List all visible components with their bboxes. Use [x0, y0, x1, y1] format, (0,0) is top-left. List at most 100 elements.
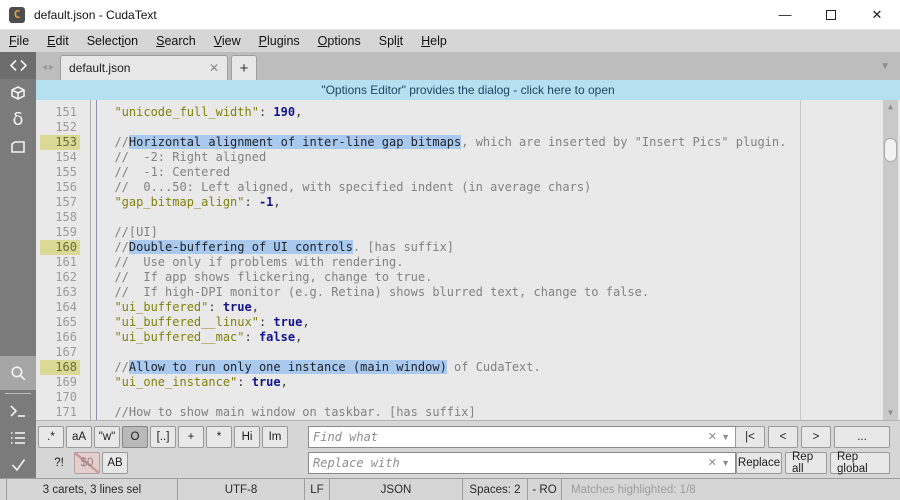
replace-all-button[interactable]: Rep all: [785, 451, 827, 475]
line-number[interactable]: 158: [40, 210, 80, 225]
status-cell-6[interactable]: Matches highlighted: 1/8: [562, 479, 900, 500]
line-number[interactable]: 159: [40, 225, 80, 240]
code-line-151[interactable]: 151 "unicode_full_width": 190,: [36, 105, 900, 120]
scroll-up-icon[interactable]: ▲: [883, 100, 898, 114]
code-line-169[interactable]: 169 "ui_one_instance": true,: [36, 375, 900, 390]
code-line-156[interactable]: 156 // 0...50: Left aligned, with specif…: [36, 180, 900, 195]
find-option-xwx[interactable]: "w": [94, 426, 120, 448]
close-button[interactable]: ✕: [854, 0, 900, 29]
status-cell-1[interactable]: UTF-8: [178, 479, 305, 500]
find-option-x0[interactable]: $0: [74, 452, 100, 474]
menu-item-help[interactable]: Help: [412, 32, 456, 50]
replace-global-button[interactable]: Rep global: [830, 451, 890, 475]
menu-item-options[interactable]: Options: [309, 32, 370, 50]
find-first-button[interactable]: |<: [735, 426, 765, 448]
find-option-ab[interactable]: AB: [102, 452, 128, 474]
menu-item-selection[interactable]: Selection: [78, 32, 147, 50]
code-line-163[interactable]: 163 // If high-DPI monitor (e.g. Retina)…: [36, 285, 900, 300]
line-number[interactable]: 154: [40, 150, 80, 165]
line-number[interactable]: 166: [40, 330, 80, 345]
line-number[interactable]: 169: [40, 375, 80, 390]
menu-item-search[interactable]: Search: [147, 32, 205, 50]
line-number[interactable]: 152: [40, 120, 80, 135]
code-icon[interactable]: [0, 52, 36, 79]
menu-item-file[interactable]: File: [0, 32, 38, 50]
line-number[interactable]: 164: [40, 300, 80, 315]
tab-nav-arrows-icon[interactable]: ◂▸: [42, 62, 56, 73]
find-option-aa[interactable]: aA: [66, 426, 92, 448]
line-number[interactable]: 160: [40, 240, 80, 255]
package-icon[interactable]: [0, 79, 36, 106]
tab-list-dropdown-icon[interactable]: ▼: [880, 61, 890, 72]
terminal-icon[interactable]: [0, 397, 36, 424]
code-line-164[interactable]: 164 "ui_buffered": true,: [36, 300, 900, 315]
line-number[interactable]: 157: [40, 195, 80, 210]
menu-item-edit[interactable]: Edit: [38, 32, 78, 50]
list-icon[interactable]: [0, 424, 36, 451]
code-line-154[interactable]: 154 // -2: Right aligned: [36, 150, 900, 165]
find-input[interactable]: [313, 427, 703, 447]
scroll-down-icon[interactable]: ▼: [883, 406, 898, 420]
find-prev-button[interactable]: <: [768, 426, 798, 448]
find-option-x[interactable]: +: [178, 426, 204, 448]
line-number[interactable]: 156: [40, 180, 80, 195]
code-line-165[interactable]: 165 "ui_buffered__linux": true,: [36, 315, 900, 330]
code-line-171[interactable]: 171 //How to show main window on taskbar…: [36, 405, 900, 420]
status-cell-3[interactable]: JSON: [330, 479, 463, 500]
status-cell-5[interactable]: - RO: [528, 479, 562, 500]
line-number[interactable]: 163: [40, 285, 80, 300]
tab-close-icon[interactable]: ✕: [209, 61, 219, 75]
code-line-168[interactable]: 168 //Allow to run only one instance (ma…: [36, 360, 900, 375]
status-cell-2[interactable]: LF: [305, 479, 330, 500]
menu-item-plugins[interactable]: Plugins: [250, 32, 309, 50]
find-option-x[interactable]: .*: [38, 426, 64, 448]
folder-icon[interactable]: [0, 133, 36, 160]
search-icon[interactable]: [0, 356, 36, 390]
find-clear-icon[interactable]: ✕: [708, 430, 717, 443]
minimize-button[interactable]: —: [762, 0, 808, 29]
vertical-scrollbar[interactable]: ▲ ▼: [883, 100, 898, 420]
find-option-x[interactable]: ?!: [46, 452, 72, 474]
code-line-166[interactable]: 166 "ui_buffered__mac": false,: [36, 330, 900, 345]
status-cell-4[interactable]: Spaces: 2: [463, 479, 528, 500]
line-number[interactable]: 165: [40, 315, 80, 330]
find-option-hi[interactable]: Hi: [234, 426, 260, 448]
find-history-dropdown-icon[interactable]: ▼: [721, 432, 730, 442]
replace-button[interactable]: Replace: [736, 452, 782, 474]
find-option-o[interactable]: O: [122, 426, 148, 448]
code-editor[interactable]: 151 "unicode_full_width": 190, 152 153 //H…: [36, 100, 900, 420]
line-number[interactable]: 167: [40, 345, 80, 360]
line-number[interactable]: 151: [40, 105, 80, 120]
code-line-161[interactable]: 161 // Use only if problems with renderi…: [36, 255, 900, 270]
code-line-158[interactable]: 158: [36, 210, 900, 225]
find-option-im[interactable]: Im: [262, 426, 288, 448]
find-option-x[interactable]: *: [206, 426, 232, 448]
code-line-160[interactable]: 160 //Double-buffering of UI controls. […: [36, 240, 900, 255]
replace-input[interactable]: [313, 453, 703, 473]
maximize-button[interactable]: [808, 0, 854, 29]
find-more-button[interactable]: ...: [834, 426, 890, 448]
code-line-167[interactable]: 167: [36, 345, 900, 360]
replace-history-dropdown-icon[interactable]: ▼: [721, 458, 730, 468]
line-number[interactable]: 153: [40, 135, 80, 150]
replace-clear-icon[interactable]: ✕: [708, 456, 717, 469]
code-line-162[interactable]: 162 // If app shows flickering, change t…: [36, 270, 900, 285]
tab-default-json[interactable]: default.json ✕: [60, 55, 229, 80]
scrollbar-thumb[interactable]: [884, 138, 897, 162]
status-cell-0[interactable]: 3 carets, 3 lines sel: [7, 479, 178, 500]
check-icon[interactable]: [0, 451, 36, 478]
line-number[interactable]: 170: [40, 390, 80, 405]
line-number[interactable]: 171: [40, 405, 80, 420]
code-line-152[interactable]: 152: [36, 120, 900, 135]
delta-icon[interactable]: δ: [0, 106, 36, 133]
code-line-155[interactable]: 155 // -1: Centered: [36, 165, 900, 180]
code-line-170[interactable]: 170: [36, 390, 900, 405]
find-next-button[interactable]: >: [801, 426, 831, 448]
line-number[interactable]: 155: [40, 165, 80, 180]
options-editor-banner[interactable]: "Options Editor" provides the dialog - c…: [36, 80, 900, 100]
menu-item-split[interactable]: Split: [370, 32, 412, 50]
code-line-157[interactable]: 157 "gap_bitmap_align": -1,: [36, 195, 900, 210]
code-line-159[interactable]: 159 //[UI]: [36, 225, 900, 240]
new-tab-button[interactable]: +: [231, 55, 258, 80]
code-line-153[interactable]: 153 //Horizontal alignment of inter-line…: [36, 135, 900, 150]
